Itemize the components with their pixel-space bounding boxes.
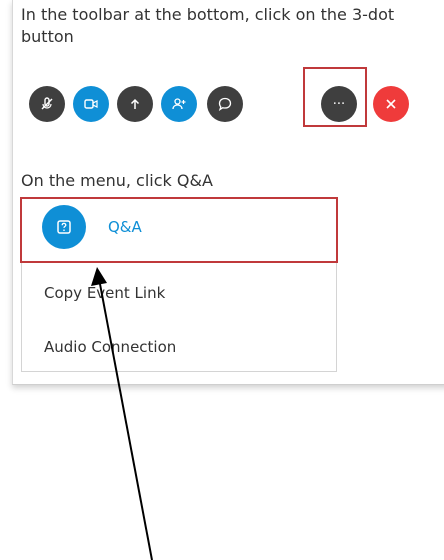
close-x-icon <box>383 96 399 112</box>
instruction-card: In the toolbar at the bottom, click on t… <box>12 0 444 385</box>
menu-item-label: Q&A <box>108 218 142 236</box>
microphone-muted-icon <box>39 96 55 112</box>
share-button[interactable] <box>117 86 153 122</box>
more-button-highlight-box <box>303 67 367 127</box>
share-up-arrow-icon <box>127 96 143 112</box>
leave-button[interactable] <box>373 86 409 122</box>
menu-item-label: Audio Connection <box>44 338 177 356</box>
menu-item-label: Copy Event Link <box>44 284 166 302</box>
video-button[interactable] <box>73 86 109 122</box>
instruction-step-2: On the menu, click Q&A <box>21 171 213 190</box>
more-options-menu: Q&A Copy Event Link Audio Connection <box>20 197 338 375</box>
participants-button[interactable] <box>161 86 197 122</box>
chat-button[interactable] <box>207 86 243 122</box>
add-person-icon <box>171 96 187 112</box>
mute-button[interactable] <box>29 86 65 122</box>
menu-item-audio-connection[interactable]: Audio Connection <box>22 319 336 375</box>
menu-item-qa[interactable]: Q&A <box>22 199 336 255</box>
question-box-icon <box>42 205 86 249</box>
video-camera-icon <box>83 96 99 112</box>
menu-item-copy-event-link[interactable]: Copy Event Link <box>22 265 336 321</box>
instruction-step-1: In the toolbar at the bottom, click on t… <box>21 5 395 46</box>
chat-bubble-icon <box>217 96 233 112</box>
